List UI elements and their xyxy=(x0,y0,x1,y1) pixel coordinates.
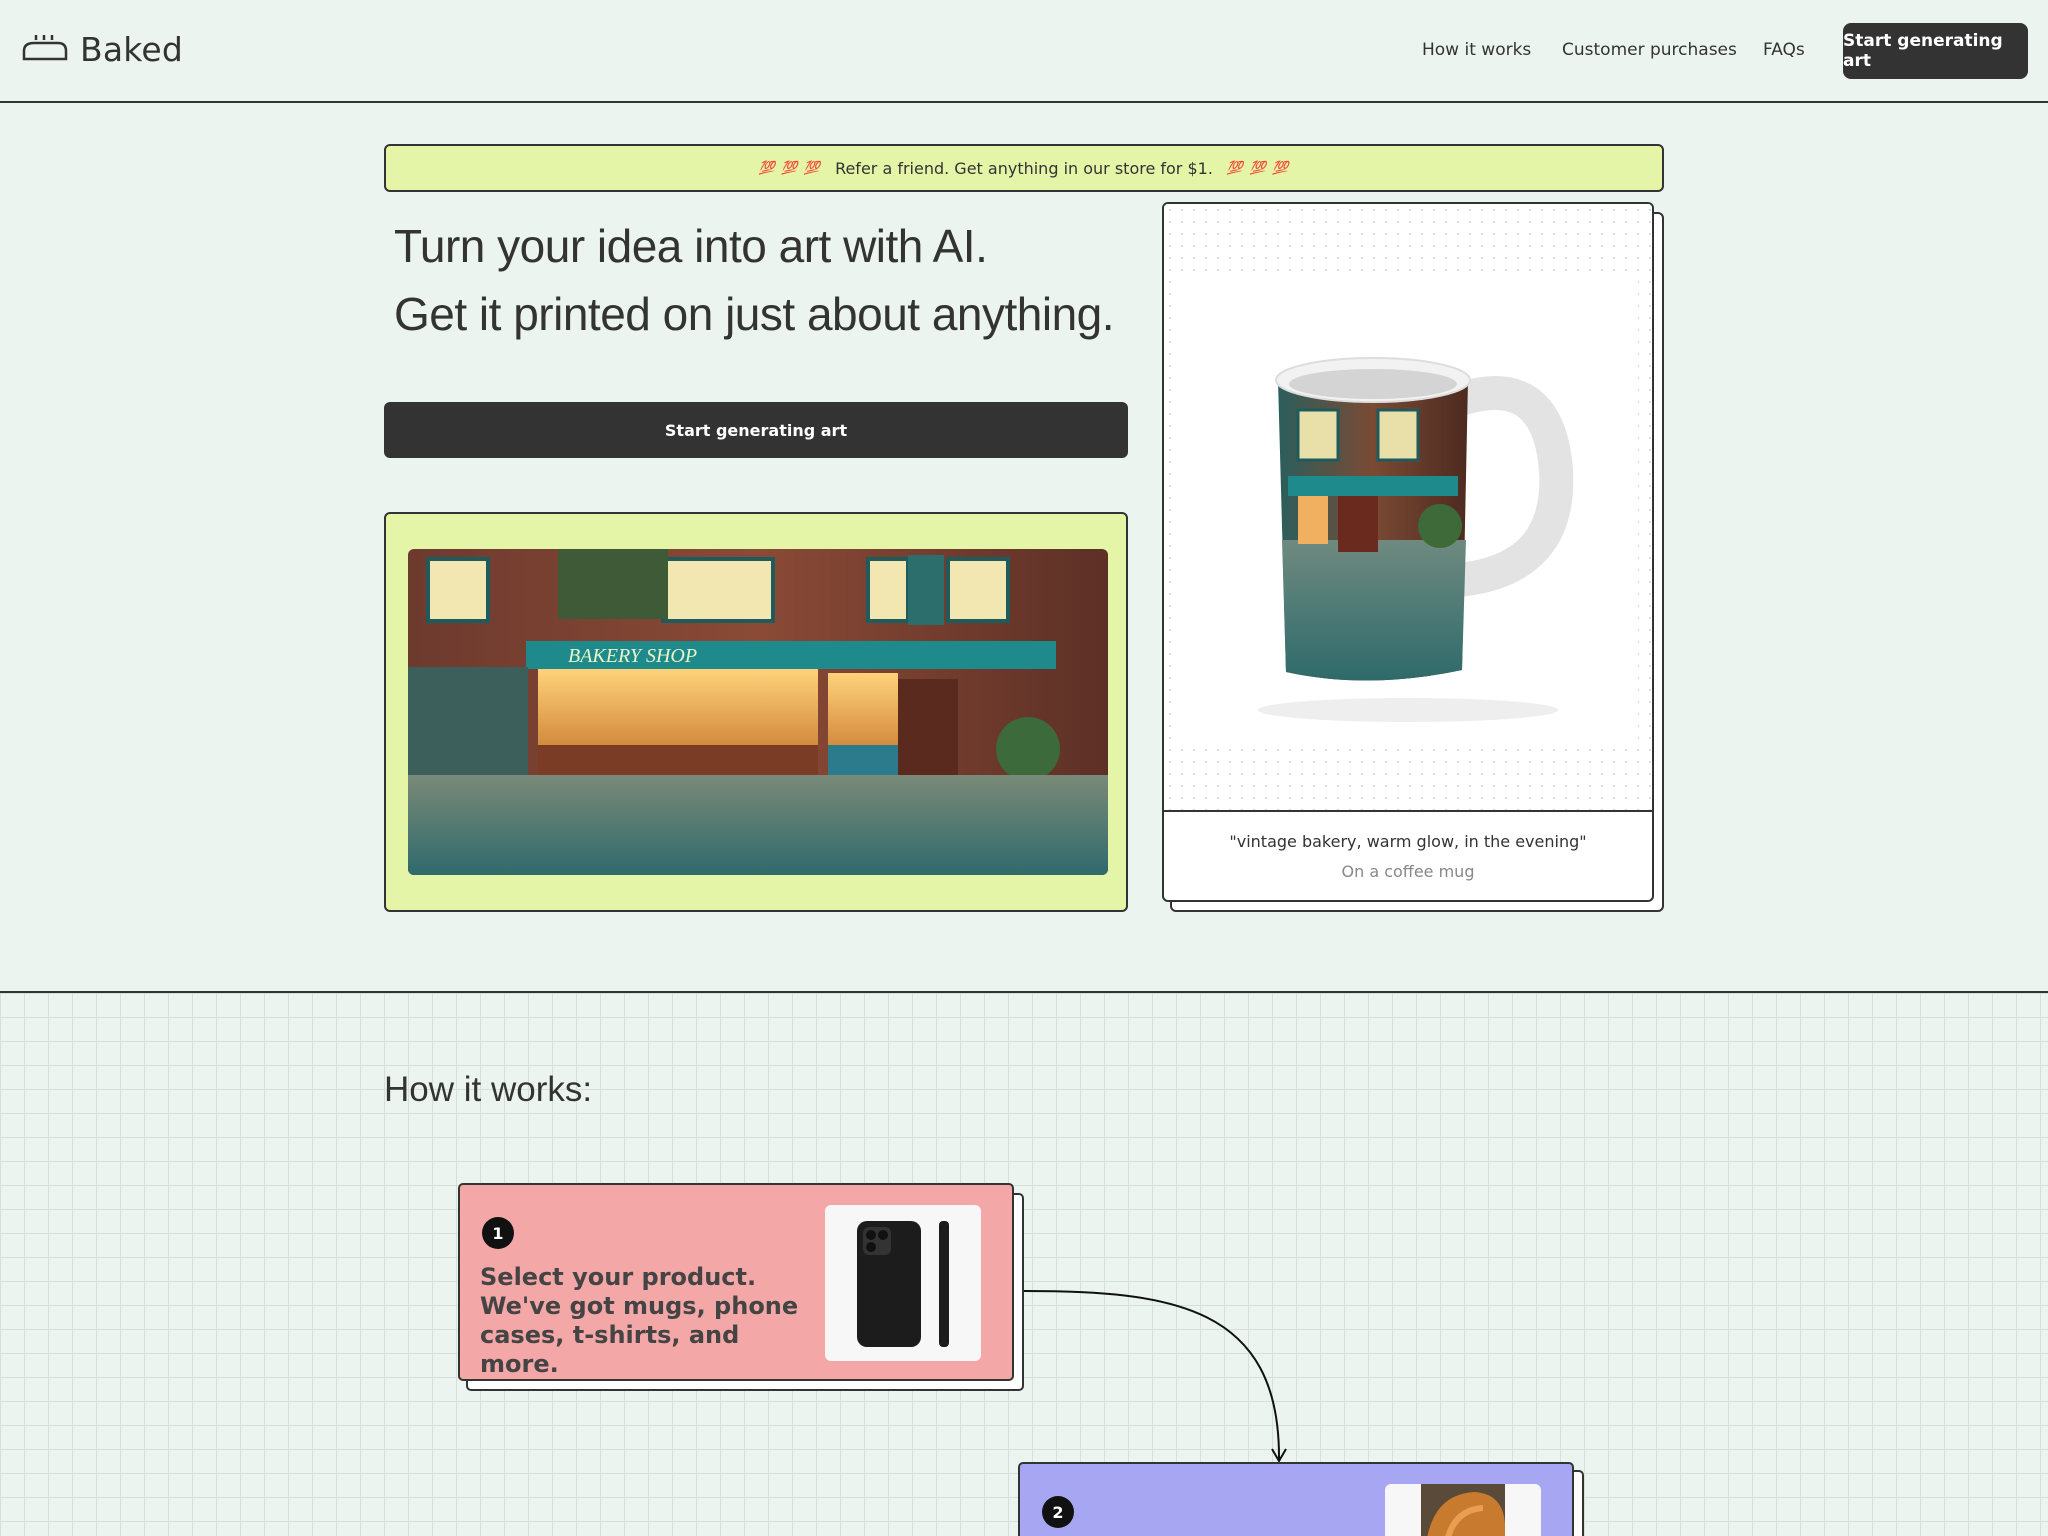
nav-customer-purchases[interactable]: Customer purchases xyxy=(1562,40,1737,60)
bread-loaf-image xyxy=(1385,1484,1541,1536)
hero-heading-line-1: Turn your idea into art with AI. xyxy=(394,220,988,272)
header-start-button[interactable]: Start generating art xyxy=(1843,23,2028,79)
nav-faqs[interactable]: FAQs xyxy=(1763,40,1805,60)
hero-heading: Turn your idea into art with AI. Get it … xyxy=(394,212,1154,348)
hero-heading-line-2: Get it printed on just about anything. xyxy=(394,288,1115,340)
how-it-works-heading: How it works: xyxy=(384,1070,593,1109)
step-2-card: 2 xyxy=(1018,1462,1574,1536)
brand-name: Baked xyxy=(80,30,184,69)
product-caption: On a coffee mug xyxy=(1341,862,1475,881)
svg-text:BAKERY SHOP: BAKERY SHOP xyxy=(568,645,697,667)
generated-art-card: BAKERY SHOP xyxy=(384,512,1128,912)
step-2-number: 2 xyxy=(1042,1496,1074,1528)
step-1-text: Select your product. We've got mugs, pho… xyxy=(480,1263,799,1378)
bakery-artwork-image: BAKERY SHOP xyxy=(408,549,1108,875)
phone-case-image xyxy=(825,1205,981,1361)
brand-logo[interactable]: Baked xyxy=(20,30,183,69)
hundred-icon: 💯 💯 💯 xyxy=(1226,160,1290,176)
referral-banner[interactable]: 💯 💯 💯 Refer a friend. Get anything in ou… xyxy=(384,144,1664,192)
nav-how-it-works[interactable]: How it works xyxy=(1422,40,1531,60)
step-1-number: 1 xyxy=(482,1217,514,1249)
showcase-card[interactable]: "vintage bakery, warm glow, in the eveni… xyxy=(1162,202,1654,902)
hundred-icon: 💯 💯 💯 xyxy=(758,160,822,176)
step-1-card: 1 Select your product. We've got mugs, p… xyxy=(458,1183,1014,1381)
referral-text: Refer a friend. Get anything in our stor… xyxy=(835,158,1213,178)
site-header: Baked How it works Customer purchases FA… xyxy=(0,0,2048,103)
hero-start-button[interactable]: Start generating art xyxy=(384,402,1128,458)
step-connector-arrow xyxy=(1023,1290,1287,1463)
bread-icon xyxy=(20,33,70,67)
showcase-stage xyxy=(1164,204,1652,812)
coffee-mug-image xyxy=(1178,280,1638,742)
prompt-caption: "vintage bakery, warm glow, in the eveni… xyxy=(1229,832,1587,851)
